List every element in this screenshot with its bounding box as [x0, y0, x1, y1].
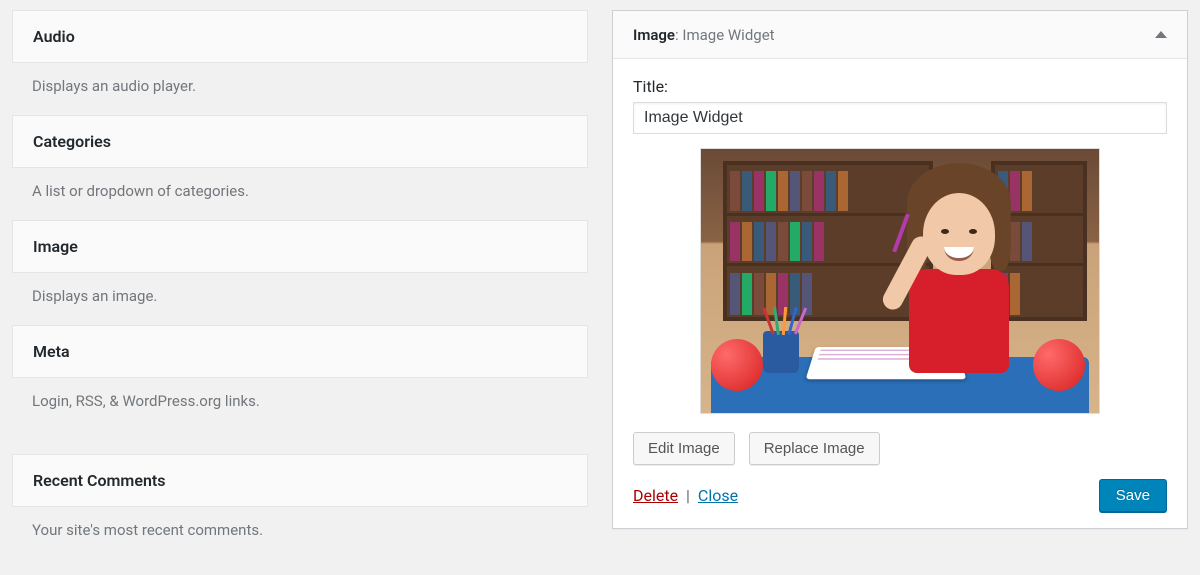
widget-item-header[interactable]: Recent Comments: [12, 454, 588, 507]
collapse-toggle-icon[interactable]: [1155, 31, 1167, 38]
image-widget-editor: Image: Image Widget Title:: [612, 10, 1188, 529]
image-action-row: Edit Image Replace Image: [633, 432, 1167, 465]
widget-item-title: Image: [33, 237, 78, 256]
available-widget-categories[interactable]: Categories A list or dropdown of categor…: [12, 115, 588, 220]
widget-item-title: Audio: [33, 27, 75, 46]
widget-footer: Delete | Close Save: [633, 479, 1167, 512]
available-widget-audio[interactable]: Audio Displays an audio player.: [12, 10, 588, 115]
link-separator: |: [682, 486, 694, 505]
widget-item-description: Displays an audio player.: [12, 63, 588, 115]
widget-editor-panel: Image: Image Widget Title:: [600, 10, 1200, 529]
widget-item-description: Login, RSS, & WordPress.org links.: [12, 378, 588, 430]
widget-item-header[interactable]: Categories: [12, 115, 588, 168]
available-widget-recent-comments[interactable]: Recent Comments Your site's most recent …: [12, 454, 588, 559]
widget-editor-body: Title:: [613, 59, 1187, 528]
widget-footer-links: Delete | Close: [633, 486, 738, 505]
widget-instance-name: Image Widget: [682, 26, 774, 44]
edit-image-button[interactable]: Edit Image: [633, 432, 735, 465]
widget-item-description: A list or dropdown of categories.: [12, 168, 588, 220]
image-preview[interactable]: [700, 148, 1100, 414]
widget-item-header[interactable]: Image: [12, 220, 588, 273]
title-field-label: Title:: [633, 77, 1167, 96]
widget-item-header[interactable]: Meta: [12, 325, 588, 378]
widget-item-title: Categories: [33, 132, 111, 151]
widget-item-title: Recent Comments: [33, 471, 165, 490]
widget-type-label: Image: [633, 26, 675, 44]
widget-item-description: Displays an image.: [12, 273, 588, 325]
widget-editor-header[interactable]: Image: Image Widget: [613, 11, 1187, 59]
widget-item-header[interactable]: Audio: [12, 10, 588, 63]
available-widgets-panel: Audio Displays an audio player. Categori…: [0, 10, 600, 559]
title-input[interactable]: [633, 102, 1167, 134]
available-widget-meta[interactable]: Meta Login, RSS, & WordPress.org links.: [12, 325, 588, 430]
delete-link[interactable]: Delete: [633, 486, 678, 505]
widget-item-description: Your site's most recent comments.: [12, 507, 588, 559]
save-button[interactable]: Save: [1099, 479, 1167, 512]
replace-image-button[interactable]: Replace Image: [749, 432, 880, 465]
image-preview-wrap: [633, 148, 1167, 414]
available-widget-image[interactable]: Image Displays an image.: [12, 220, 588, 325]
close-link[interactable]: Close: [698, 486, 738, 505]
widget-item-title: Meta: [33, 342, 70, 361]
